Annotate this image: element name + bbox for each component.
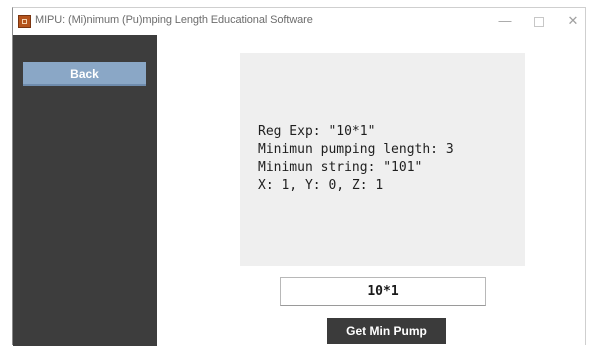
pumping-length-line: Minimun pumping length: 3 [258,142,454,157]
minimize-icon[interactable]: — [491,11,519,31]
regex-input[interactable] [280,277,486,306]
xyz-line: X: 1, Y: 0, Z: 1 [258,178,384,193]
back-button[interactable]: Back [23,62,146,86]
main-content: Reg Exp: "10*1" Minimun pumping length: … [157,35,585,346]
close-icon[interactable]: ✕ [559,11,587,31]
result-panel: Reg Exp: "10*1" Minimun pumping length: … [240,53,525,266]
regex-line: Reg Exp: "10*1" [258,124,376,139]
window-title: MIPU: (Mi)nimum (Pu)mping Length Educati… [35,14,313,26]
result-lines: Reg Exp: "10*1" Minimun pumping length: … [258,123,454,195]
minimum-string-line: Minimun string: "101" [258,160,423,175]
app-window: MIPU: (Mi)nimum (Pu)mping Length Educati… [12,7,586,346]
get-min-pump-button[interactable]: Get Min Pump [327,318,446,344]
maximize-icon[interactable] [525,11,553,31]
title-bar[interactable]: MIPU: (Mi)nimum (Pu)mping Length Educati… [13,8,585,35]
app-logo-icon [18,15,31,28]
sidebar: Back [13,35,157,346]
